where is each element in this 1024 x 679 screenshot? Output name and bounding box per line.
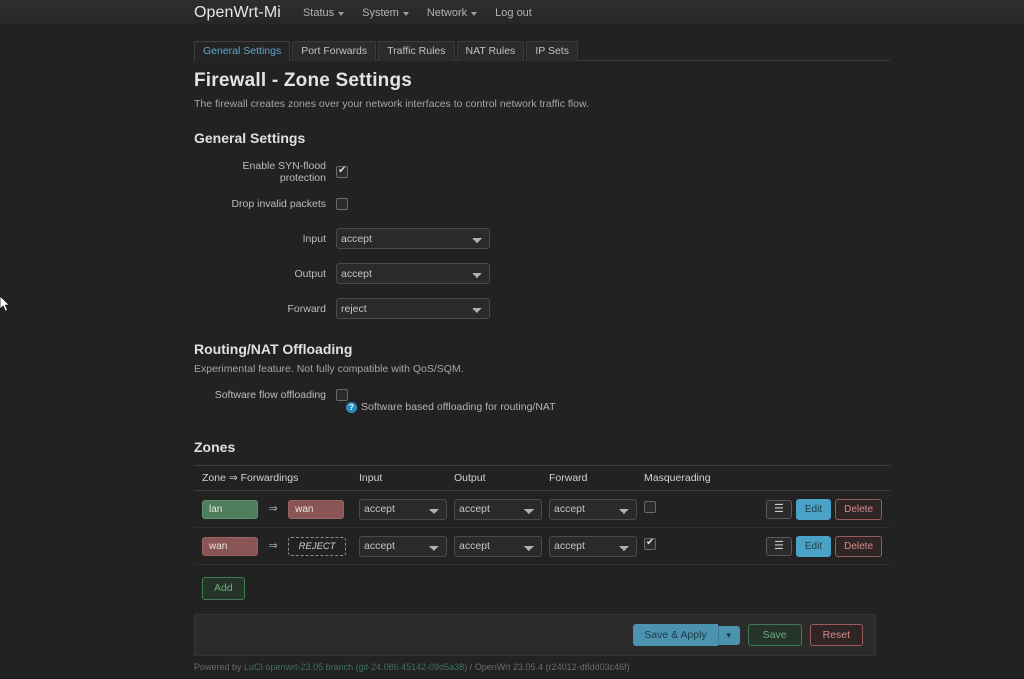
field-label: Forward: [287, 302, 326, 315]
nav-item-label: Log out: [495, 6, 532, 19]
page-footer: Powered by LuCI openwrt-23.05 branch (gi…: [194, 662, 630, 672]
save-button[interactable]: Save: [747, 624, 802, 646]
field-input-policy: Input accept: [194, 228, 894, 249]
zone-forwarding-cell: wan ⇒ REJECT: [194, 536, 359, 556]
footer-prefix: Powered by: [194, 662, 245, 672]
nav-item-logout[interactable]: Log out: [495, 7, 532, 19]
row-input-select[interactable]: accept: [359, 535, 447, 557]
nav-item-label: Status: [302, 6, 335, 19]
mouse-cursor: [0, 296, 11, 312]
nav-item-label: System: [362, 6, 399, 19]
field-label: Input: [302, 232, 326, 245]
tab-nat-rules[interactable]: NAT Rules: [456, 41, 525, 61]
add-zone-button[interactable]: Add: [202, 577, 245, 600]
chevron-down-icon: [338, 11, 345, 16]
nav-menu: Status System Network Log out: [303, 7, 550, 19]
save-apply-dropdown-toggle[interactable]: ▼: [717, 625, 740, 645]
save-and-apply-button[interactable]: Save & Apply: [633, 624, 718, 646]
offloading-hint-text: Software based offloading for routing/NA…: [361, 401, 556, 413]
forward-policy-select[interactable]: reject: [336, 298, 490, 319]
field-label: Output: [294, 267, 326, 280]
offloading-description: Experimental feature. Not fully compatib…: [194, 363, 464, 375]
action-bar: Save & Apply ▼ Save Reset: [194, 614, 876, 656]
hamburger-icon[interactable]: ☰: [765, 536, 792, 556]
row-forward-select[interactable]: accept: [549, 498, 637, 520]
reset-button[interactable]: Reset: [809, 624, 863, 646]
table-row: wan ⇒ REJECT accept accept accept ✔ ☰ Ed…: [194, 528, 890, 565]
field-label: Drop invalid packets: [231, 198, 326, 210]
arrow-icon: ⇒: [268, 503, 278, 515]
column-header-forward: Forward: [549, 472, 588, 484]
zones-heading: Zones: [194, 439, 236, 455]
footer-suffix: / OpenWrt 23.05.4 (r24012-d8dd03c46f): [467, 662, 630, 672]
save-apply-group: Save & Apply ▼: [633, 624, 740, 646]
output-policy-select[interactable]: accept: [336, 263, 490, 284]
brand-title: OpenWrt-Mi: [194, 3, 281, 21]
chevron-down-icon: [471, 11, 478, 16]
luci-version-link[interactable]: LuCI openwrt-23.05 branch (git-24.086.45…: [244, 662, 467, 672]
zone-badge-dest[interactable]: REJECT: [288, 537, 347, 556]
chevron-down-icon: [402, 11, 409, 16]
zone-forwarding-cell: lan ⇒ wan: [194, 499, 359, 519]
top-navbar: OpenWrt-Mi Status System Network Log out: [0, 0, 1024, 26]
column-header-output: Output: [454, 472, 486, 484]
nav-item-label: Network: [426, 6, 468, 19]
tab-port-forwards[interactable]: Port Forwards: [292, 41, 377, 61]
row-output-select[interactable]: accept: [454, 498, 542, 520]
offloading-hint: ? Software based offloading for routing/…: [346, 401, 894, 413]
offloading-heading: Routing/NAT Offloading: [194, 341, 353, 357]
row-masquerading-checkbox[interactable]: [644, 537, 656, 550]
row-input-select[interactable]: accept: [359, 498, 447, 520]
drop-invalid-checkbox[interactable]: [336, 198, 348, 210]
hamburger-icon[interactable]: ☰: [765, 499, 792, 519]
table-row: lan ⇒ wan accept accept accept ☰ Edit De…: [194, 491, 890, 528]
field-software-flow-offloading: Software flow offloading: [194, 389, 894, 401]
zones-table: Zone ⇒ Forwardings Input Output Forward …: [194, 465, 890, 600]
delete-button[interactable]: Delete: [835, 498, 882, 520]
software-flow-offloading-checkbox[interactable]: [336, 389, 348, 401]
nav-item-system[interactable]: System: [362, 7, 409, 19]
row-masquerading-checkbox[interactable]: [644, 501, 656, 513]
delete-button[interactable]: Delete: [835, 535, 882, 557]
column-header-zone-forwardings: Zone ⇒ Forwardings: [202, 472, 299, 484]
syn-flood-checkbox[interactable]: [336, 165, 348, 178]
general-settings-heading: General Settings: [194, 130, 306, 146]
nav-item-network[interactable]: Network: [426, 6, 478, 19]
zone-badge-source[interactable]: wan: [202, 537, 258, 556]
arrow-icon: ⇒: [268, 540, 278, 552]
tabs-bar: General Settings Port Forwards Traffic R…: [194, 41, 890, 61]
tab-general-settings[interactable]: General Settings: [194, 41, 291, 61]
page-title: Firewall - Zone Settings: [194, 70, 413, 91]
field-output-policy: Output accept: [194, 263, 894, 284]
main-content: Firewall - Zone Settings The firewall cr…: [194, 70, 894, 656]
question-circle-icon: ?: [346, 401, 357, 413]
zone-badge-source[interactable]: lan: [202, 500, 258, 519]
field-forward-policy: Forward reject: [194, 298, 894, 319]
field-label: Enable SYN-flood protection: [242, 160, 326, 184]
field-label: Software flow offloading: [214, 389, 326, 401]
nav-item-status[interactable]: Status: [302, 6, 345, 19]
page-description: The firewall creates zones over your net…: [194, 98, 589, 110]
tab-ip-sets[interactable]: IP Sets: [526, 41, 578, 61]
edit-button[interactable]: Edit: [795, 498, 832, 520]
zone-badge-dest[interactable]: wan: [288, 500, 345, 519]
tab-traffic-rules[interactable]: Traffic Rules: [378, 41, 455, 61]
column-header-masquerading: Masquerading: [644, 472, 711, 484]
edit-button[interactable]: Edit: [795, 535, 832, 557]
row-forward-select[interactable]: accept: [549, 535, 637, 557]
input-policy-select[interactable]: accept: [336, 228, 490, 249]
field-syn-flood: Enable SYN-flood protection: [194, 160, 894, 184]
field-drop-invalid: Drop invalid packets: [194, 198, 894, 210]
zones-table-header: Zone ⇒ Forwardings Input Output Forward …: [194, 465, 890, 491]
row-output-select[interactable]: accept: [454, 535, 542, 557]
column-header-input: Input: [359, 472, 383, 484]
